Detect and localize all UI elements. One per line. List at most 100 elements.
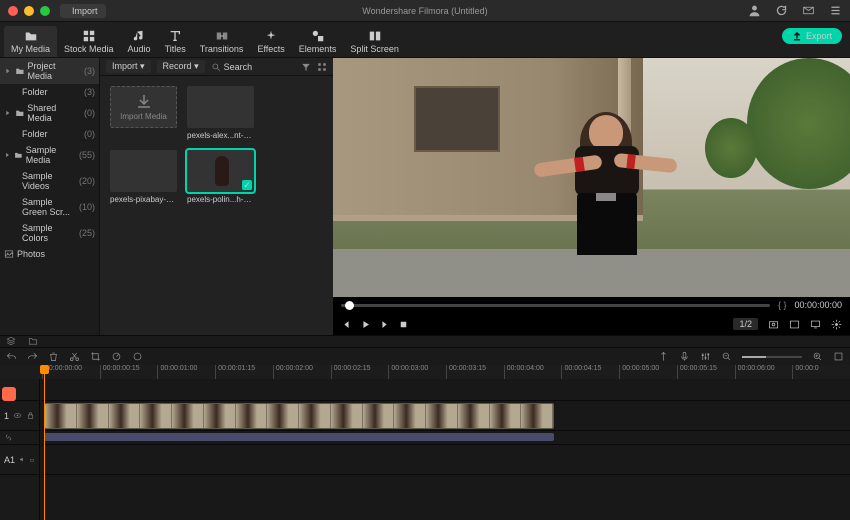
tab-stock-media[interactable]: Stock Media: [57, 26, 121, 57]
delete-icon[interactable]: [48, 351, 59, 362]
link-track-header[interactable]: [0, 431, 39, 445]
search-input[interactable]: Search: [211, 62, 295, 72]
split-clip-icon[interactable]: [69, 351, 80, 362]
tab-effects[interactable]: Effects: [250, 26, 291, 57]
audio-clip[interactable]: [44, 433, 554, 441]
loop-markers[interactable]: { }: [778, 300, 787, 310]
video-track-1[interactable]: [42, 401, 850, 431]
quality-icon[interactable]: [789, 319, 800, 330]
scrub-head[interactable]: [345, 301, 354, 310]
zoom-slider[interactable]: [742, 356, 802, 358]
preview-panel: { } 00:00:00:00 1/2: [333, 58, 850, 335]
sidebar-item[interactable]: Sample Media(55): [0, 142, 99, 168]
menu-icon[interactable]: [829, 4, 842, 17]
ruler-tick: 00:00:06:00: [735, 365, 793, 379]
sidebar-item[interactable]: Folder(3): [0, 84, 99, 100]
sidebar-item[interactable]: Photos: [0, 246, 99, 262]
user-icon[interactable]: [748, 4, 761, 17]
media-browser: Import ▾ Record ▾ Search Import Media pe…: [100, 58, 333, 335]
audio-track-1[interactable]: [42, 445, 850, 475]
preview-viewport[interactable]: [333, 58, 850, 297]
video-clip[interactable]: [44, 403, 554, 429]
import-dropdown[interactable]: Import ▾: [106, 60, 151, 73]
ruler-tick: 00:00:03:15: [446, 365, 504, 379]
stop-icon[interactable]: [398, 319, 409, 330]
preview-controls: 1/2: [333, 313, 850, 335]
eye-icon[interactable]: [13, 411, 22, 420]
display-icon[interactable]: [810, 319, 821, 330]
play-icon[interactable]: [360, 319, 371, 330]
import-label: Import: [72, 6, 98, 16]
timeline-tabs: [0, 335, 850, 347]
ruler-tick: 00:00:02:15: [331, 365, 389, 379]
lock-icon[interactable]: [29, 455, 35, 464]
preview-scrubber[interactable]: { } 00:00:00:00: [333, 297, 850, 313]
ruler-tick: 00:00:04:00: [504, 365, 562, 379]
speed-icon[interactable]: [111, 351, 122, 362]
crop-icon[interactable]: [90, 351, 101, 362]
ruler-tick: 00:00:01:15: [215, 365, 273, 379]
zoom-in-icon[interactable]: [812, 351, 823, 362]
tab-elements[interactable]: Elements: [292, 26, 344, 57]
screenshot-icon[interactable]: [768, 319, 779, 330]
layers-icon[interactable]: [6, 336, 16, 346]
undo-icon[interactable]: [6, 351, 17, 362]
close-icon[interactable]: [8, 6, 18, 16]
color-icon[interactable]: [132, 351, 143, 362]
mic-icon[interactable]: [679, 351, 690, 362]
tab-transitions[interactable]: Transitions: [193, 26, 251, 57]
track-spacer-row[interactable]: [42, 379, 850, 401]
speaker-icon[interactable]: [19, 455, 25, 464]
shapes-icon: [311, 29, 325, 43]
video-track-header[interactable]: 1: [0, 401, 39, 431]
sidebar-item[interactable]: Folder(0): [0, 126, 99, 142]
add-track-badge[interactable]: [2, 387, 16, 401]
timeline-ruler[interactable]: 00:00:00:0000:00:00:1500:00:01:0000:00:0…: [0, 365, 850, 379]
ruler-tick: 00:00:01:00: [157, 365, 215, 379]
tab-my-media[interactable]: My Media: [4, 26, 57, 57]
music-icon: [132, 29, 146, 43]
sidebar-item[interactable]: Sample Colors(25): [0, 220, 99, 246]
minimize-icon[interactable]: [24, 6, 34, 16]
text-icon: [168, 29, 182, 43]
zoom-out-icon[interactable]: [721, 351, 732, 362]
zoom-fit-icon[interactable]: [833, 351, 844, 362]
playhead[interactable]: [44, 365, 45, 520]
media-thumbnail[interactable]: pexels-alex...nt-4585185: [187, 86, 254, 140]
folder-small-icon[interactable]: [28, 336, 38, 346]
media-thumbnail[interactable]: ✓pexels-polin...h-5385879: [187, 150, 254, 204]
audio-link-track[interactable]: [42, 431, 850, 445]
zoom-level[interactable]: 1/2: [733, 318, 758, 330]
ruler-tick: 00:00:05:15: [677, 365, 735, 379]
window-controls: [8, 6, 50, 16]
sidebar-item[interactable]: Shared Media(0): [0, 100, 99, 126]
tab-split-screen[interactable]: Split Screen: [343, 26, 406, 57]
tab-titles[interactable]: Titles: [158, 26, 193, 57]
import-button[interactable]: Import: [60, 4, 106, 18]
timeline-toolbar: [0, 347, 850, 365]
tab-audio[interactable]: Audio: [121, 26, 158, 57]
view-grid-icon[interactable]: [317, 62, 327, 72]
sidebar-item[interactable]: Sample Green Scr...(10): [0, 194, 99, 220]
mixer-icon[interactable]: [700, 351, 711, 362]
filter-icon[interactable]: [301, 62, 311, 72]
mail-icon[interactable]: [802, 4, 815, 17]
record-dropdown[interactable]: Record ▾: [157, 60, 205, 73]
next-frame-icon[interactable]: [379, 319, 390, 330]
audio-track-header[interactable]: A1: [0, 445, 39, 475]
export-button[interactable]: Export: [782, 28, 842, 44]
import-media-tile[interactable]: Import Media: [110, 86, 177, 140]
refresh-icon[interactable]: [775, 4, 788, 17]
sidebar-item[interactable]: Project Media(3): [0, 58, 99, 84]
prev-frame-icon[interactable]: [341, 319, 352, 330]
marker-icon[interactable]: [658, 351, 669, 362]
scrub-track[interactable]: [341, 304, 770, 307]
media-thumbnail[interactable]: pexels-pixabay-462030: [110, 150, 177, 204]
lock-icon[interactable]: [26, 411, 35, 420]
settings-icon[interactable]: [831, 319, 842, 330]
redo-icon[interactable]: [27, 351, 38, 362]
link-icon[interactable]: [4, 433, 13, 442]
maximize-icon[interactable]: [40, 6, 50, 16]
window-title: Wondershare Filmora (Untitled): [362, 6, 487, 16]
sidebar-item[interactable]: Sample Videos(20): [0, 168, 99, 194]
